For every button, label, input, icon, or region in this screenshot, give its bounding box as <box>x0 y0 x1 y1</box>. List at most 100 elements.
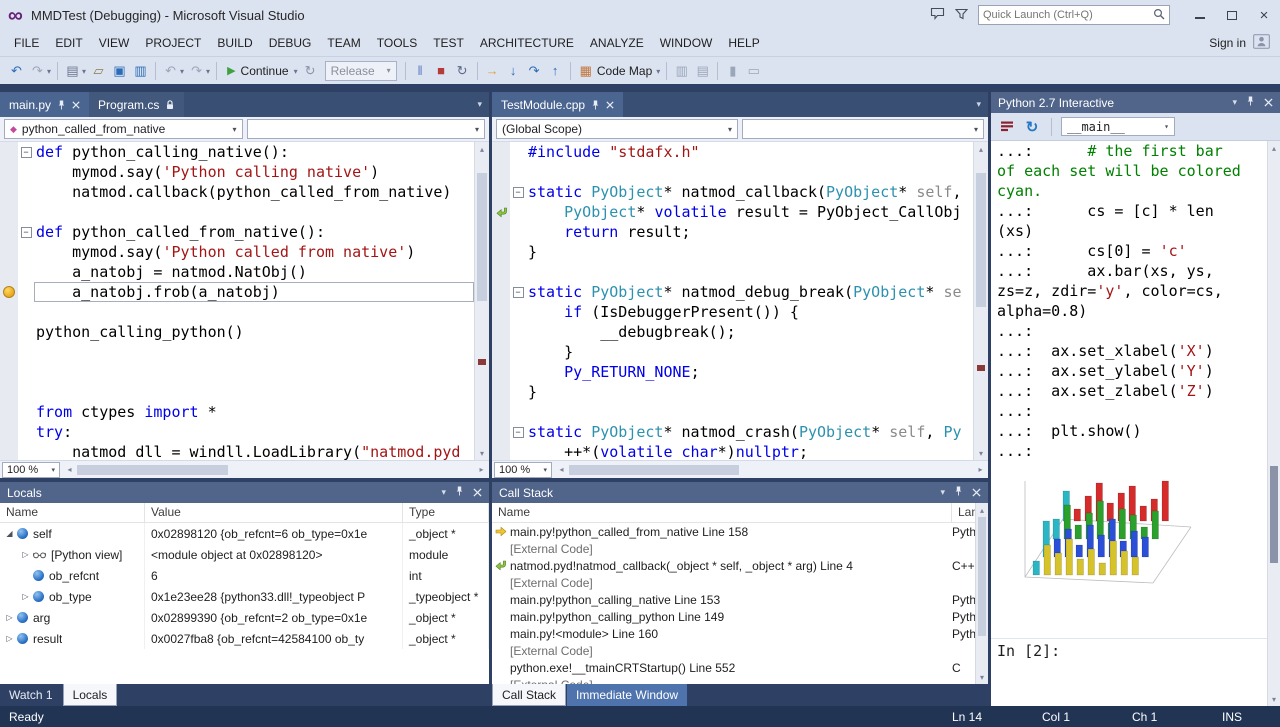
line-indent-icon[interactable]: ▤ <box>692 60 713 82</box>
scroll-right-icon[interactable]: ▸ <box>973 465 988 474</box>
menu-team[interactable]: TEAM <box>319 31 368 55</box>
expander-right-icon[interactable]: ▷ <box>4 613 15 622</box>
fold-margin-cell[interactable] <box>510 442 526 460</box>
scroll-up-icon[interactable]: ▴ <box>976 503 988 517</box>
repl-line[interactable]: ...: cs[0] = 'c' <box>991 241 1267 261</box>
tab-main-py[interactable]: main.py <box>0 92 89 117</box>
code-text[interactable] <box>526 162 973 182</box>
fold-margin-cell[interactable] <box>510 142 526 162</box>
call-stack-row[interactable]: [External Code] <box>492 574 988 591</box>
dropdown-caret-icon[interactable]: ▾ <box>180 67 184 76</box>
fold-margin-cell[interactable] <box>510 302 526 322</box>
code-text[interactable]: python_calling_python() <box>34 322 474 342</box>
code-text[interactable]: } <box>526 382 973 402</box>
left-horizontal-scrollbar[interactable]: ◂ ▸ <box>62 462 489 478</box>
code-text[interactable]: __debugbreak(); <box>526 322 973 342</box>
menu-build[interactable]: BUILD <box>209 31 260 55</box>
menu-help[interactable]: HELP <box>720 31 767 55</box>
fold-margin-cell[interactable] <box>18 202 34 222</box>
glyph-margin-cell[interactable] <box>492 362 510 382</box>
menu-test[interactable]: TEST <box>425 31 472 55</box>
dropdown-caret-icon[interactable]: ▾ <box>47 67 51 76</box>
pin-icon[interactable] <box>1246 95 1255 110</box>
left-vertical-scrollbar[interactable]: ▴ ▾ <box>474 142 489 460</box>
menu-file[interactable]: FILE <box>6 31 47 55</box>
window-menu-caret-icon[interactable]: ▾ <box>940 487 945 498</box>
call-stack-row[interactable]: natmod.pyd!natmod_callback(_object * sel… <box>492 557 988 574</box>
close-icon[interactable] <box>72 101 80 109</box>
user-avatar-icon[interactable] <box>1253 34 1270 52</box>
glyph-margin-cell[interactable] <box>492 282 510 302</box>
call-stack-row[interactable]: main.py!python_calling_python Line 149Py… <box>492 608 988 625</box>
scroll-thumb[interactable] <box>1270 466 1278 563</box>
save-icon[interactable]: ▣ <box>109 60 130 82</box>
pin-icon[interactable] <box>954 485 963 500</box>
glyph-margin-cell[interactable] <box>0 422 18 442</box>
call-stack-scrollbar[interactable]: ▴ ▾ <box>975 503 988 684</box>
scroll-right-icon[interactable]: ▸ <box>474 465 489 474</box>
glyph-margin-cell[interactable] <box>492 202 510 222</box>
call-stack-row[interactable]: python.exe!__tmainCRTStartup() Line 552C <box>492 659 988 676</box>
fold-margin-cell[interactable] <box>18 282 34 302</box>
menu-project[interactable]: PROJECT <box>137 31 209 55</box>
menu-debug[interactable]: DEBUG <box>261 31 320 55</box>
glyph-margin-cell[interactable] <box>492 302 510 322</box>
stop-debugging-icon[interactable]: ■ <box>431 60 452 82</box>
glyph-margin-cell[interactable] <box>0 262 18 282</box>
solution-configurations-combo[interactable]: Release▾ <box>325 61 397 81</box>
show-next-statement-icon[interactable]: → <box>482 60 503 82</box>
call-stack-row[interactable]: main.py!<module> Line 160Python <box>492 625 988 642</box>
fold-margin-cell[interactable]: − <box>18 222 34 242</box>
call-stack-row[interactable]: [External Code] <box>492 676 988 684</box>
glyph-margin-cell[interactable] <box>0 362 18 382</box>
lock-icon[interactable] <box>165 99 175 111</box>
scroll-down-icon[interactable]: ▾ <box>974 446 988 460</box>
glyph-margin-cell[interactable] <box>0 302 18 322</box>
middle-members-dropdown[interactable]: ▾ <box>742 119 984 139</box>
navigate-forward-icon[interactable]: ↷ <box>27 60 48 82</box>
dropdown-caret-icon[interactable]: ▾ <box>206 67 210 76</box>
glyph-margin-cell[interactable] <box>0 442 18 460</box>
bookmark-icon[interactable]: ▮ <box>722 60 743 82</box>
collapse-region-icon[interactable]: − <box>513 187 524 198</box>
call-stack-row[interactable]: main.py!python_called_from_native Line 1… <box>492 523 988 540</box>
menu-analyze[interactable]: ANALYZE <box>582 31 652 55</box>
fold-margin-cell[interactable] <box>18 362 34 382</box>
maximize-button[interactable] <box>1216 2 1248 28</box>
call-stack-title-bar[interactable]: Call Stack ▾ <box>492 482 988 503</box>
locals-row[interactable]: ◢self0x02898120 {ob_refcnt=6 ob_type=0x1… <box>0 523 489 544</box>
document-list-caret-icon[interactable]: ▾ <box>470 92 489 117</box>
code-text[interactable] <box>526 262 973 282</box>
scroll-down-icon[interactable]: ▾ <box>976 670 988 684</box>
scroll-thumb[interactable] <box>77 465 228 475</box>
glyph-margin-cell[interactable] <box>0 382 18 402</box>
window-menu-caret-icon[interactable]: ▾ <box>1232 97 1237 108</box>
collapse-region-icon[interactable]: − <box>21 227 32 238</box>
code-text[interactable]: a_natobj.frob(a_natobj) <box>34 282 474 302</box>
tab-locals[interactable]: Locals <box>63 684 118 706</box>
scroll-up-icon[interactable]: ▴ <box>974 142 988 156</box>
code-text[interactable] <box>34 382 474 402</box>
fold-margin-cell[interactable] <box>18 182 34 202</box>
repl-line[interactable]: zs=z, zdir='y', color=cs, <box>991 281 1267 301</box>
menu-edit[interactable]: EDIT <box>47 31 90 55</box>
menu-architecture[interactable]: ARCHITECTURE <box>472 31 582 55</box>
call-stack-row[interactable]: [External Code] <box>492 540 988 557</box>
locals-row[interactable]: ▷result0x0027fba8 {ob_refcnt=42584100 ob… <box>0 628 489 649</box>
tab-immediate-window[interactable]: Immediate Window <box>567 684 687 706</box>
column-header-name[interactable]: Name <box>0 503 145 522</box>
code-text[interactable]: mymod.say('Python calling native') <box>34 162 474 182</box>
glyph-margin-cell[interactable] <box>492 222 510 242</box>
glyph-margin-cell[interactable] <box>492 342 510 362</box>
fold-margin-cell[interactable] <box>510 202 526 222</box>
code-text[interactable]: def python_calling_native(): <box>34 142 474 162</box>
locals-grid-header[interactable]: Name Value Type <box>0 503 489 523</box>
code-text[interactable] <box>34 202 474 222</box>
code-text[interactable]: return result; <box>526 222 973 242</box>
new-file-icon[interactable]: ▤ <box>62 60 83 82</box>
interactive-scrollbar[interactable]: ▴ ▾ <box>1267 141 1280 706</box>
undo-icon[interactable]: ↶ <box>160 60 181 82</box>
repl-line[interactable]: ...: cs = [c] * len <box>991 201 1267 221</box>
repl-line[interactable]: ...: ax.set_ylabel('Y') <box>991 361 1267 381</box>
glyph-margin-cell[interactable] <box>0 202 18 222</box>
